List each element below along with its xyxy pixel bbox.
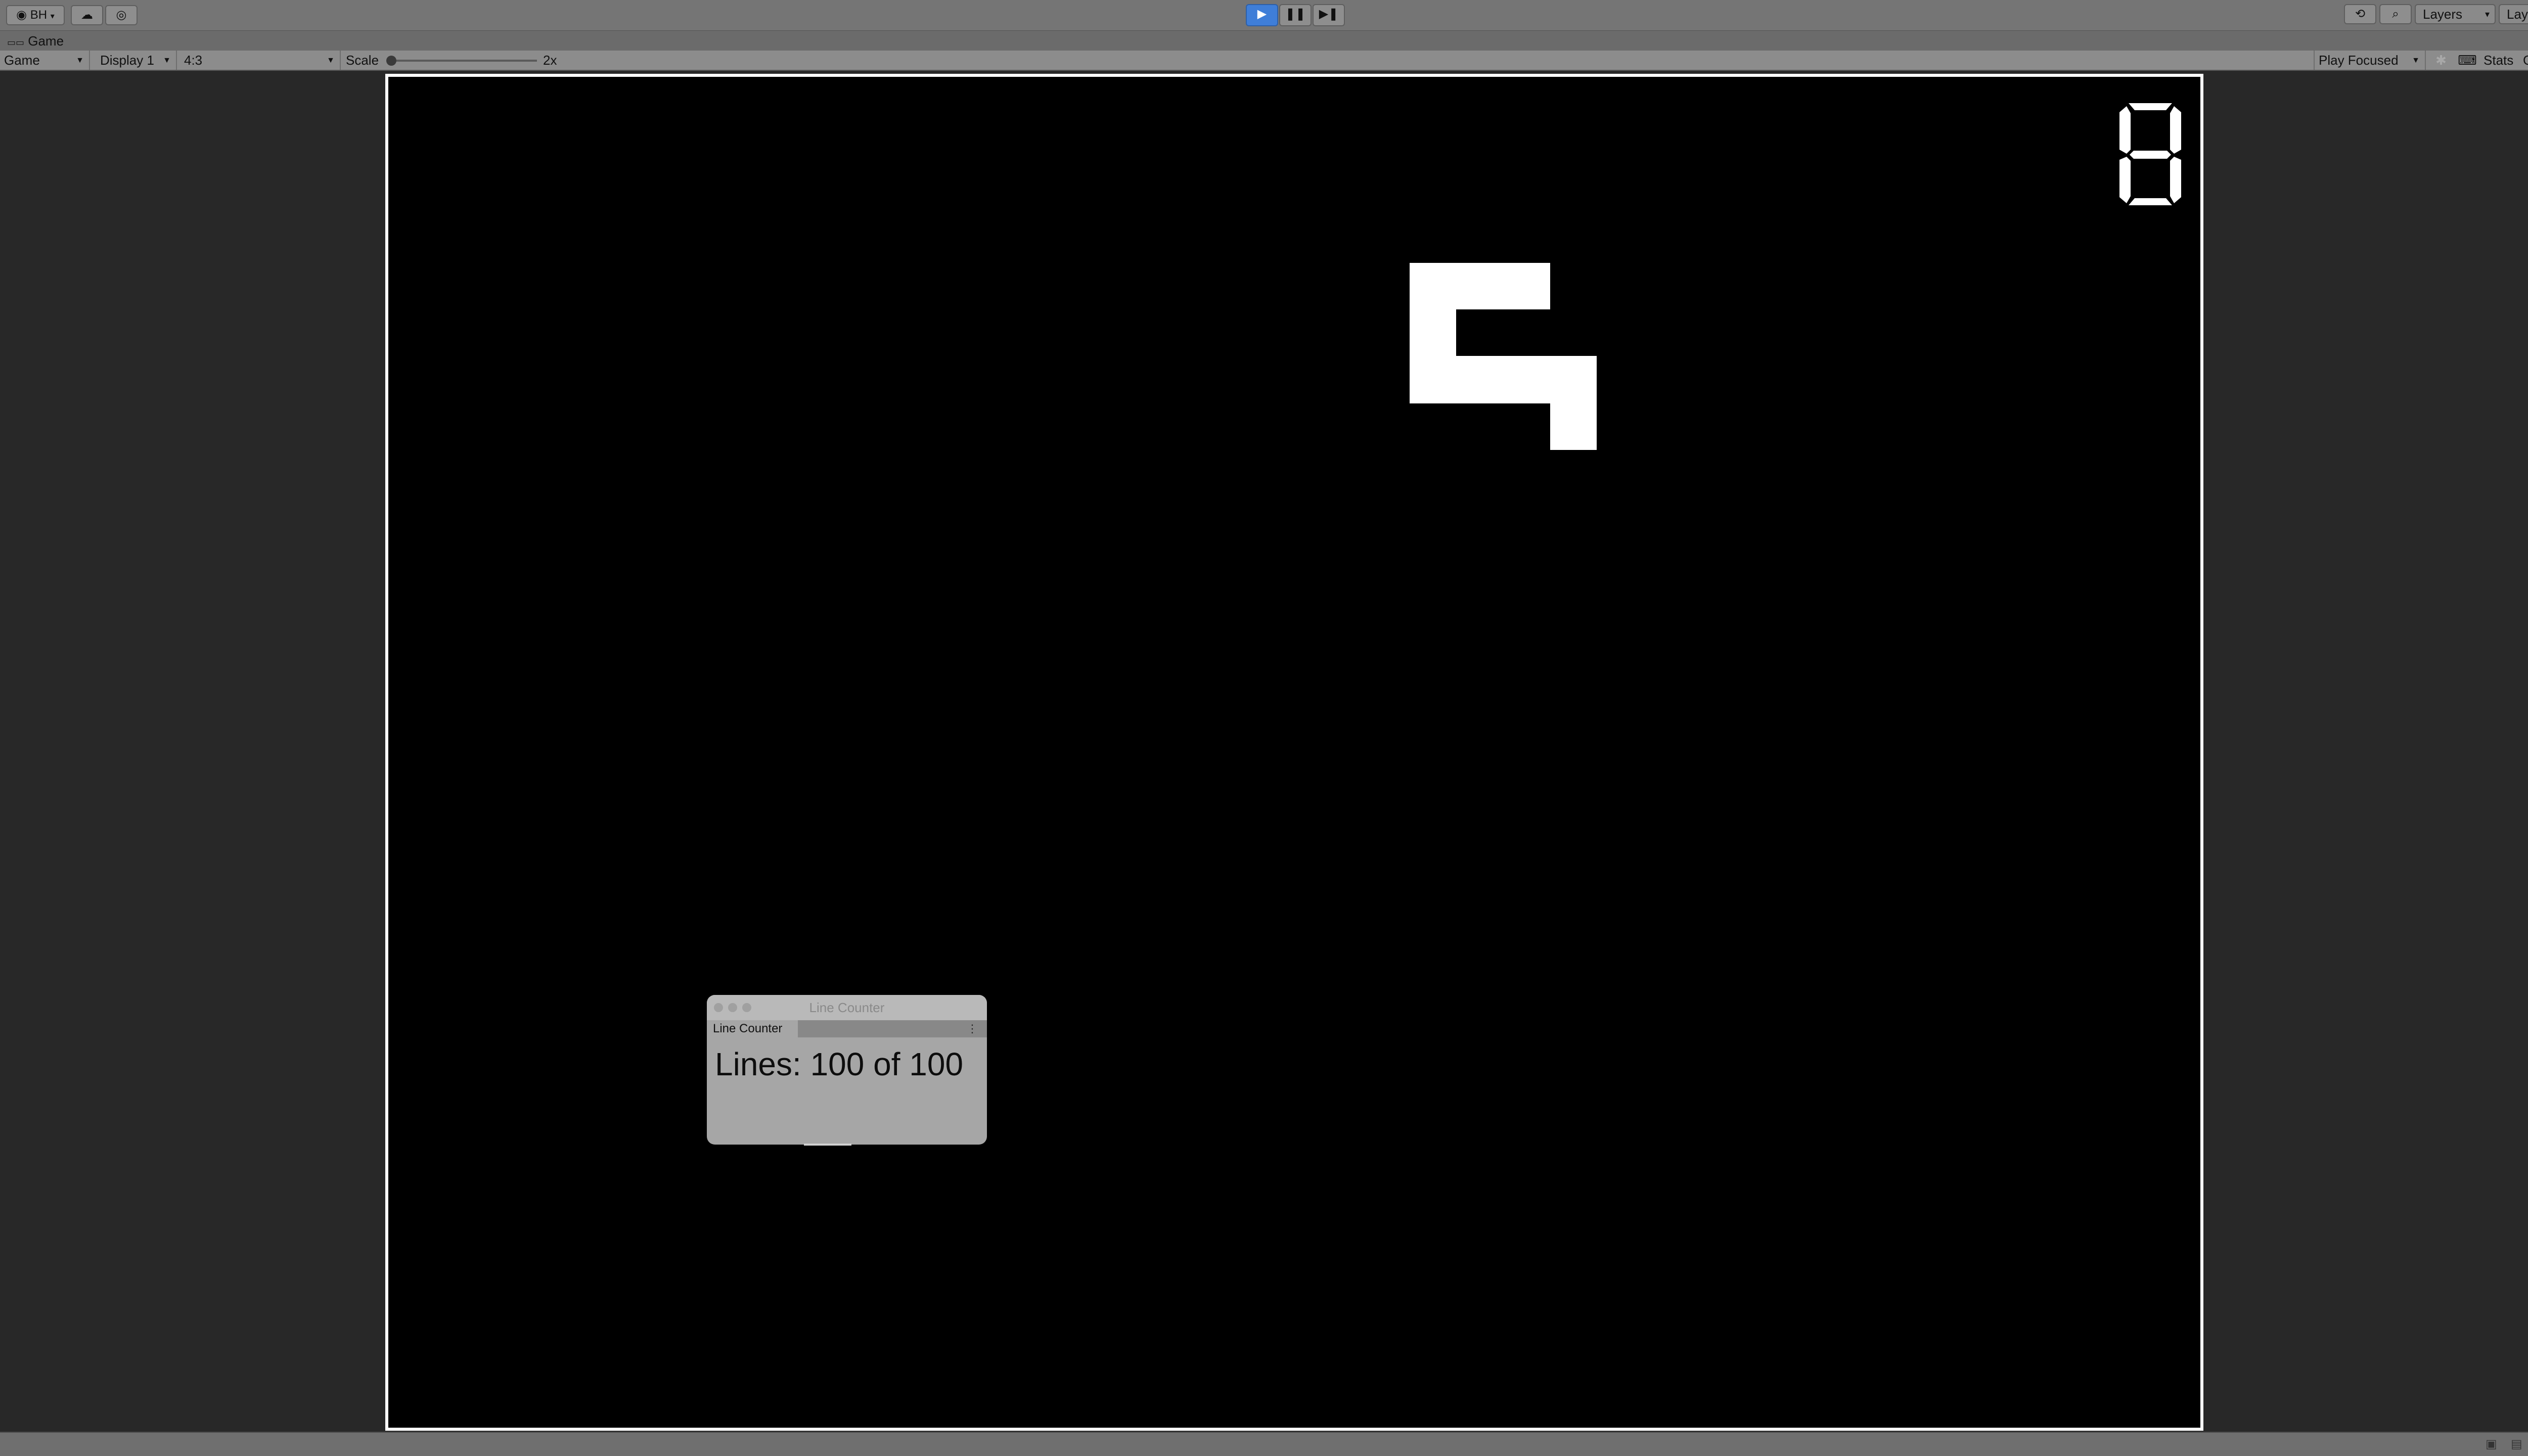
- falling-piece: [1410, 263, 1597, 450]
- scale-slider[interactable]: [386, 56, 537, 66]
- aspect-dropdown[interactable]: 4:3 ▼: [180, 51, 341, 70]
- console-icon[interactable]: ▣: [2486, 1437, 2497, 1451]
- chevron-down-icon: ▼: [2412, 56, 2420, 65]
- display-dropdown[interactable]: Display 1 ▼: [96, 51, 177, 70]
- gizmos-button[interactable]: Gizmos: [2523, 51, 2528, 70]
- status-bar: ▣ ▤ ⊗ ◌: [0, 1432, 2528, 1456]
- chevron-down-icon: ▾: [2485, 9, 2490, 19]
- collab-icon: ◎: [116, 8, 127, 22]
- tab-game-label: Game: [28, 33, 64, 49]
- layers-dropdown[interactable]: Layers ▾: [2415, 4, 2496, 24]
- chevron-down-icon: ▾: [50, 12, 55, 21]
- shortcuts-icon[interactable]: ⌨: [2457, 51, 2477, 70]
- scale-label: Scale: [346, 53, 379, 68]
- line-counter-titlebar[interactable]: Line Counter: [707, 995, 987, 1020]
- stats-button[interactable]: Stats: [2484, 51, 2513, 70]
- minimize-window-button[interactable]: [728, 1003, 737, 1012]
- segment-e: [2119, 157, 2131, 203]
- view-mode-dropdown[interactable]: Game ▼: [0, 51, 90, 70]
- piece-shape: [1410, 263, 1597, 450]
- tab-game[interactable]: ▭▭ Game: [0, 31, 64, 51]
- search-icon: ⌕: [2392, 7, 2399, 21]
- aspect-label: 4:3: [184, 53, 203, 68]
- layout-dropdown[interactable]: Layout ▾: [2499, 4, 2528, 24]
- cloud-button[interactable]: ☁: [71, 5, 103, 25]
- account-icon: ◉: [16, 8, 27, 22]
- play-focused-dropdown[interactable]: Play Focused ▼: [2314, 51, 2426, 70]
- segment-a: [2129, 103, 2172, 110]
- package-icon[interactable]: ▤: [2511, 1437, 2522, 1451]
- game-viewport[interactable]: 8: [385, 74, 2203, 1431]
- mute-audio-icon[interactable]: ✱: [2431, 51, 2451, 70]
- pause-button[interactable]: ❚❚: [1279, 4, 1312, 26]
- segment-b: [2170, 106, 2181, 154]
- tab-strip: ▭▭ Game ⋮: [0, 30, 2528, 51]
- chevron-down-icon: ▼: [327, 56, 335, 65]
- line-counter-tabrow: Line Counter ⋮: [707, 1020, 987, 1037]
- display-label: Display 1: [100, 53, 154, 68]
- segment-c: [2170, 157, 2181, 203]
- view-mode-label: Game: [4, 53, 40, 68]
- segment-f: [2119, 106, 2131, 154]
- seven-segment-digit: [2119, 103, 2181, 205]
- account-label: BH: [30, 8, 48, 22]
- score-display: 8: [2117, 101, 2183, 207]
- cloud-icon: ☁: [81, 8, 93, 22]
- more-options-icon[interactable]: ⋮: [967, 1020, 978, 1037]
- history-icon: ⟲: [2355, 7, 2366, 21]
- line-counter-tab-label: Line Counter: [713, 1022, 783, 1035]
- segment-g: [2130, 151, 2171, 159]
- play-icon: ▶: [1257, 7, 1267, 21]
- pause-icon: ❚❚: [1285, 7, 1306, 21]
- collab-button[interactable]: ◎: [105, 5, 138, 25]
- window-resize-handle[interactable]: [804, 1144, 851, 1146]
- main-toolbar: ◉ BH ▾ ☁ ◎ ▶ ❚❚ ▶❚ ⟲ ⌕ Layers ▾ Layout ▾: [0, 0, 2528, 30]
- search-button[interactable]: ⌕: [2379, 4, 2412, 24]
- scale-value: 2x: [543, 53, 557, 68]
- tab-line-counter[interactable]: Line Counter: [707, 1020, 798, 1037]
- scale-slider-handle[interactable]: [386, 56, 396, 66]
- close-window-button[interactable]: [714, 1003, 723, 1012]
- step-button[interactable]: ▶❚: [1313, 4, 1345, 26]
- line-counter-window-title: Line Counter: [809, 1000, 885, 1015]
- chevron-down-icon: ▼: [163, 56, 171, 65]
- play-focused-label: Play Focused: [2319, 53, 2399, 68]
- line-counter-window[interactable]: Line Counter Line Counter ⋮ Lines: 100 o…: [707, 995, 987, 1145]
- account-dropdown[interactable]: ◉ BH ▾: [6, 5, 65, 25]
- layout-label: Layout: [2507, 7, 2528, 22]
- layers-label: Layers: [2423, 7, 2463, 22]
- game-control-bar: Game ▼ Display 1 ▼ 4:3 ▼ Scale 2x Play F…: [0, 51, 2528, 71]
- play-button[interactable]: ▶: [1246, 4, 1278, 26]
- gamepad-icon: ▭▭: [7, 37, 25, 48]
- zoom-window-button[interactable]: [742, 1003, 751, 1012]
- lines-count-text: Lines: 100 of 100: [715, 1046, 964, 1082]
- history-button[interactable]: ⟲: [2344, 4, 2376, 24]
- segment-d: [2129, 198, 2172, 205]
- step-icon: ▶❚: [1319, 7, 1339, 21]
- chevron-down-icon: ▼: [76, 56, 84, 65]
